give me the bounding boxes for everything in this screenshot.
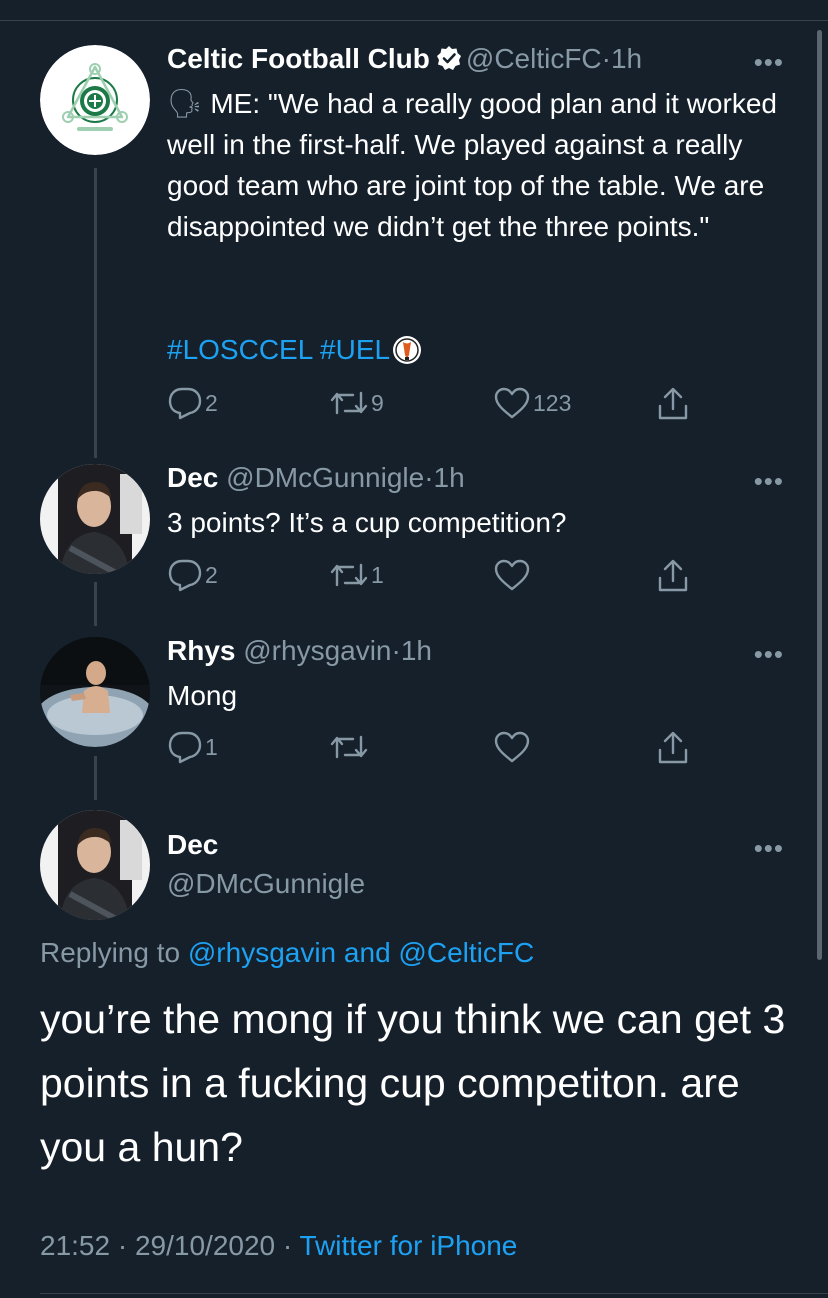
- celtic-crest-logo: [40, 45, 150, 155]
- replying-to: Replying to @rhysgavin and @CelticFC: [40, 935, 534, 971]
- tweet-timestamp[interactable]: 21:52: [40, 1230, 110, 1261]
- share-icon: [658, 387, 688, 420]
- rhys-reply-header: Rhys @rhysgavin·1h: [167, 633, 432, 669]
- retweet-icon: [330, 735, 368, 759]
- dec-reply-header: Dec @DMcGunnigle·1h: [167, 460, 465, 496]
- mention-rhysgavin[interactable]: @rhysgavin: [188, 937, 336, 968]
- more-options-icon[interactable]: •••: [754, 468, 784, 494]
- author-handle[interactable]: @DMcGunnigle: [167, 868, 365, 899]
- share-button[interactable]: [655, 730, 691, 766]
- author-name[interactable]: Celtic Football Club: [167, 43, 430, 74]
- share-button[interactable]: [655, 386, 691, 422]
- tweet-time[interactable]: 1h: [434, 462, 465, 493]
- main-author-handle-row: @DMcGunnigle: [167, 866, 365, 902]
- rhys-profile-photo: [40, 637, 150, 747]
- tweet-text: Mong: [167, 680, 238, 711]
- tweet-text: 3 points? It’s a cup competition?: [167, 507, 567, 538]
- scrollbar[interactable]: [817, 30, 822, 960]
- dec-avatar[interactable]: [40, 464, 150, 574]
- tweet-actions: 2 9 123: [167, 386, 707, 426]
- separator-dot: ·: [601, 43, 611, 74]
- more-options-icon[interactable]: •••: [754, 835, 784, 861]
- author-name[interactable]: Rhys: [167, 635, 235, 666]
- reply-count: 2: [205, 390, 218, 416]
- hashtag-losccel[interactable]: #LOSCCEL: [167, 334, 312, 365]
- more-options-icon[interactable]: •••: [754, 49, 784, 75]
- tweet-time[interactable]: 1h: [611, 43, 642, 74]
- hashtag-uel[interactable]: #UEL: [320, 334, 390, 365]
- reply-count: 2: [205, 562, 218, 588]
- heart-icon: [494, 731, 530, 763]
- thread-line: [94, 582, 97, 626]
- like-button[interactable]: [493, 730, 531, 764]
- share-icon: [658, 731, 688, 764]
- tweet-source-link[interactable]: Twitter for iPhone: [300, 1230, 518, 1261]
- bottom-divider: [40, 1293, 828, 1294]
- dec-profile-photo: [40, 810, 150, 920]
- heart-icon: [494, 387, 530, 419]
- more-options-icon[interactable]: •••: [754, 641, 784, 667]
- like-button[interactable]: [493, 558, 531, 592]
- author-name[interactable]: Dec: [167, 829, 218, 860]
- reply-count: 1: [205, 734, 218, 760]
- mention-celticfc[interactable]: @CelticFC: [398, 937, 534, 968]
- author-handle[interactable]: @CelticFC: [466, 43, 602, 74]
- like-count: 123: [533, 390, 572, 416]
- share-button[interactable]: [655, 558, 691, 594]
- reply-button[interactable]: 2: [167, 558, 218, 592]
- tweet-actions: 1: [167, 730, 707, 770]
- author-handle[interactable]: @DMcGunnigle: [226, 462, 424, 493]
- thread-line: [94, 756, 97, 800]
- separator-dot: ·: [391, 635, 401, 666]
- rhys-avatar[interactable]: [40, 637, 150, 747]
- top-divider: [0, 20, 828, 21]
- share-icon: [658, 559, 688, 592]
- tweet-meta: 21:52 · 29/10/2020 · Twitter for iPhone: [40, 1228, 517, 1264]
- hashtags: #LOSCCEL #UEL: [167, 332, 422, 374]
- separator-dot: ·: [110, 1230, 135, 1261]
- tweet-text-content: ME: "We had a really good plan and it wo…: [167, 88, 777, 242]
- heart-icon: [494, 559, 530, 591]
- speaking-head-emoji: 🗣: [167, 88, 203, 119]
- celtic-tweet-header: Celtic Football Club @CelticFC·1h: [167, 41, 642, 80]
- main-author-name-row: Dec: [167, 827, 218, 863]
- reply-icon: [168, 559, 202, 592]
- retweet-button[interactable]: [329, 730, 369, 764]
- thread-line: [94, 168, 97, 458]
- reply-button[interactable]: 1: [167, 730, 218, 764]
- retweet-icon: [330, 391, 368, 415]
- tweet-time[interactable]: 1h: [401, 635, 432, 666]
- author-name[interactable]: Dec: [167, 462, 218, 493]
- retweet-icon: [330, 563, 368, 587]
- retweet-count: 1: [371, 562, 384, 588]
- tweet-thread-page: Celtic Football Club @CelticFC·1h ••• 🗣 M…: [0, 0, 828, 1298]
- reply-button[interactable]: 2: [167, 386, 218, 420]
- replying-and: and: [336, 937, 399, 968]
- retweet-button[interactable]: 9: [329, 386, 384, 420]
- like-button[interactable]: 123: [493, 386, 571, 420]
- verified-badge-icon: [436, 44, 462, 80]
- dec-profile-photo: [40, 464, 150, 574]
- tweet-text: 🗣 ME: "We had a really good plan and it …: [167, 83, 777, 247]
- main-dec-avatar[interactable]: [40, 810, 150, 920]
- author-handle[interactable]: @rhysgavin: [243, 635, 391, 666]
- tweet-actions: 2 1: [167, 558, 707, 598]
- replying-prefix: Replying to: [40, 937, 188, 968]
- tweet-date[interactable]: 29/10/2020: [135, 1230, 275, 1261]
- europa-league-trophy-icon: [392, 335, 422, 374]
- main-tweet-text: you’re the mong if you think we can get …: [40, 996, 786, 1170]
- retweet-button[interactable]: 1: [329, 558, 384, 592]
- separator-dot: ·: [275, 1230, 300, 1261]
- celtic-avatar[interactable]: [40, 45, 150, 155]
- reply-icon: [168, 731, 202, 764]
- retweet-count: 9: [371, 390, 384, 416]
- reply-icon: [168, 387, 202, 420]
- separator-dot: ·: [424, 462, 434, 493]
